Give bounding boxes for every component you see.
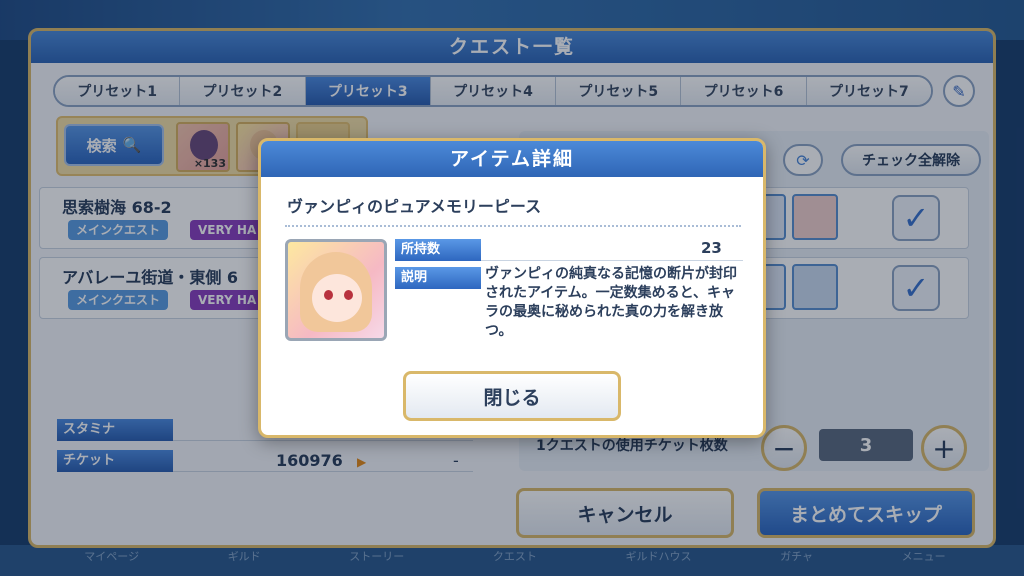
- description-label: 説明: [395, 267, 481, 289]
- owned-count: 23: [701, 239, 722, 257]
- divider: [285, 225, 741, 227]
- close-button[interactable]: 閉じる: [403, 371, 621, 421]
- item-description: ヴァンピィの純真なる記憶の断片が封印されたアイテム。一定数集めると、キャラの最奥…: [485, 266, 737, 339]
- eye-shape: [324, 290, 333, 300]
- memory-piece-icon: [285, 239, 387, 341]
- face-shape: [312, 274, 362, 322]
- eye-shape: [344, 290, 353, 300]
- owned-label: 所持数: [395, 239, 481, 261]
- item-name: ヴァンピィのピュアメモリーピース: [287, 197, 542, 216]
- item-detail-dialog: アイテム詳細 ヴァンピィのピュアメモリーピース 所持数 23 説明 ヴァンピィの…: [258, 138, 766, 438]
- dialog-title: アイテム詳細: [261, 141, 763, 177]
